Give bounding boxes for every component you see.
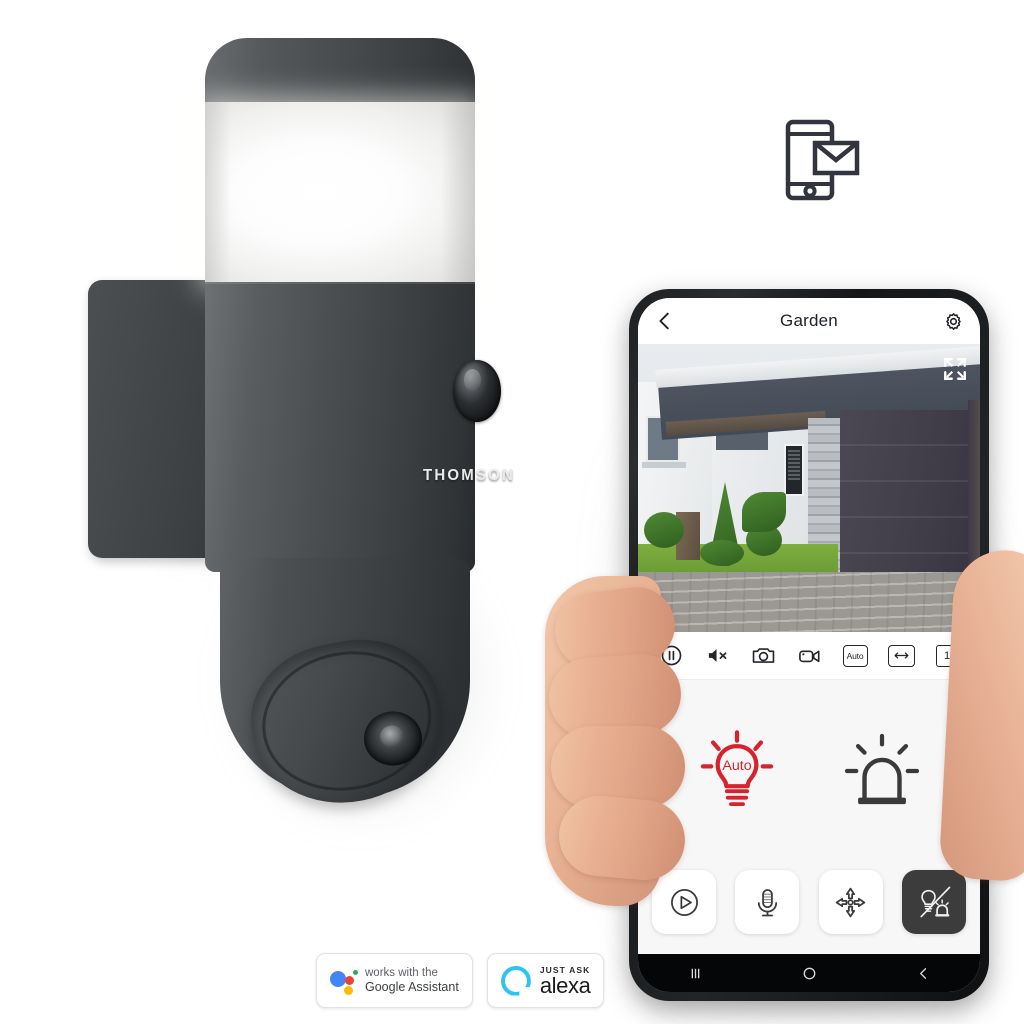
page-title: Garden (780, 311, 838, 330)
chevron-left-icon[interactable] (654, 310, 680, 332)
google-badge-line1: works with the (365, 967, 438, 979)
video-balcony-rail (642, 462, 686, 468)
pause-button[interactable] (656, 641, 686, 671)
back-chevron-icon[interactable] (903, 961, 943, 985)
alexa-ring-icon (500, 965, 531, 996)
video-shrub (742, 492, 786, 532)
phone-screen: Garden Auto 1 Auto (638, 298, 980, 992)
camera-body: THOMSON (205, 282, 513, 572)
auto-light-toggle[interactable]: Auto (689, 723, 785, 819)
zoom-level-button[interactable]: 1 (932, 641, 962, 671)
pir-motion-sensor-icon (453, 360, 501, 422)
quality-button[interactable]: Auto (840, 641, 870, 671)
google-assistant-icon (330, 968, 358, 995)
photo-camera-icon[interactable] (748, 641, 778, 671)
led-light-diffuser (205, 102, 475, 284)
video-garage-door (840, 410, 968, 586)
video-bush (700, 540, 744, 566)
app-header: Garden (638, 298, 980, 344)
video-control-bar: Auto 1 (638, 632, 980, 680)
video-bush (644, 512, 684, 548)
home-circle-icon[interactable] (789, 961, 829, 985)
pan-tilt-button[interactable] (818, 870, 883, 934)
thomson-camera-product: THOMSON (60, 10, 540, 840)
live-video-feed[interactable] (638, 344, 980, 632)
fullscreen-expand-icon[interactable] (942, 356, 968, 382)
google-assistant-label: works with the Google Assistant (365, 967, 459, 994)
video-paved-driveway (638, 572, 980, 632)
video-right-wall (968, 400, 980, 590)
google-badge-line2: Google Assistant (365, 979, 459, 994)
resize-horizontal-icon[interactable] (886, 641, 916, 671)
light-siren-off-button[interactable] (901, 870, 966, 934)
siren-toggle[interactable] (834, 723, 930, 819)
camera-top-cap (205, 38, 475, 110)
video-narrow-window (784, 444, 804, 496)
recents-bars-icon[interactable] (675, 961, 715, 985)
google-assistant-badge: works with the Google Assistant (316, 953, 473, 1008)
product-scene: THOMSON Garden Auto 1 Auto works with th… (0, 0, 1024, 1024)
quality-badge-label: Auto (842, 644, 868, 667)
brand-logo: THOMSON (423, 466, 516, 485)
auto-light-label: Auto (722, 758, 751, 774)
playback-button[interactable] (652, 870, 716, 934)
device-action-panel: Auto (638, 680, 980, 862)
alexa-badge-line2: alexa (539, 972, 591, 998)
smartphone-device: Garden Auto 1 Auto (629, 289, 989, 1001)
zoom-level-label: 1 (936, 644, 958, 667)
alexa-label: JUST ASK alexa (540, 965, 591, 997)
video-camera-icon[interactable] (794, 641, 824, 671)
body-seam (205, 282, 475, 284)
talk-button[interactable] (735, 870, 800, 934)
gear-icon[interactable] (938, 311, 964, 332)
bottom-action-buttons (638, 862, 980, 954)
partner-badges: works with the Google Assistant JUST ASK… (316, 953, 605, 1008)
alexa-badge: JUST ASK alexa (486, 953, 605, 1008)
speaker-mute-icon[interactable] (702, 641, 732, 671)
android-navigation-bar (638, 954, 980, 992)
phone-envelope-notification-icon (770, 110, 870, 210)
camera-lens-icon (363, 711, 422, 766)
